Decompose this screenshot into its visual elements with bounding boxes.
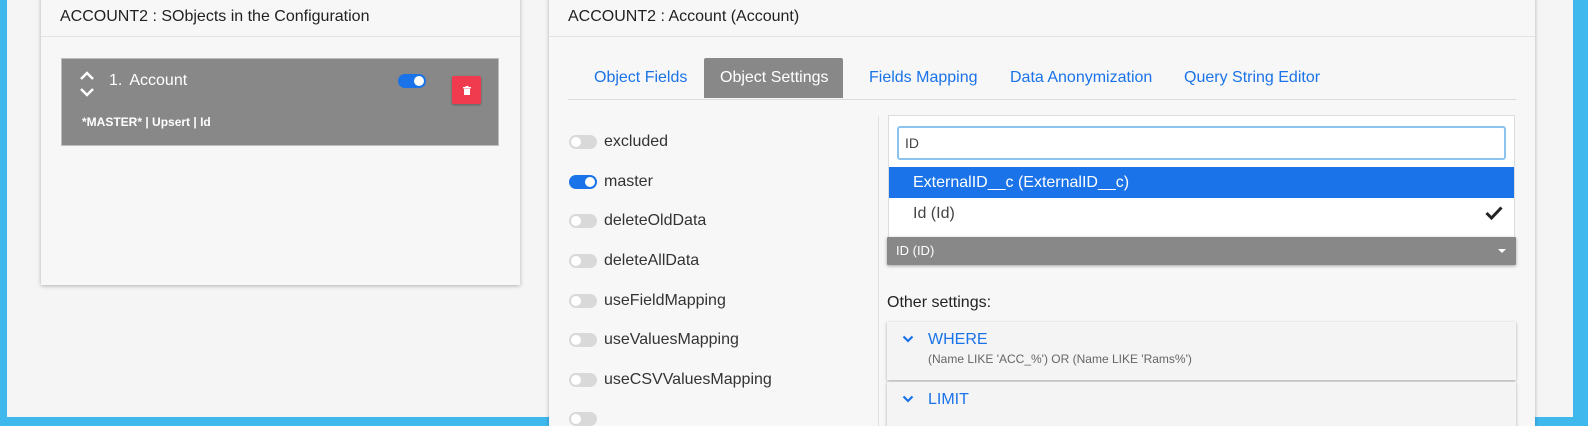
accordion-title: LIMIT — [928, 391, 969, 408]
tab-fields-mapping[interactable]: Fields Mapping — [869, 58, 978, 98]
dropdown-option-id[interactable]: Id (Id) — [889, 198, 1514, 229]
sobjects-panel: ACCOUNT2 : SObjects in the Configuration… — [41, 0, 520, 285]
dropdown-option-externalid[interactable]: ExternalID__c (ExternalID__c) — [889, 167, 1514, 198]
trash-icon — [463, 86, 471, 95]
use-csv-values-mapping-toggle[interactable] — [569, 373, 597, 387]
sort-icon[interactable] — [78, 69, 96, 99]
setting-label: useCSVValuesMapping — [604, 371, 772, 388]
external-id-select[interactable]: ID (ID) — [887, 237, 1516, 265]
object-settings-panel: ACCOUNT2 : Account (Account) Object Fiel… — [549, 0, 1535, 426]
other-settings-label: Other settings: — [887, 294, 992, 311]
external-id-selected-value: ID (ID) — [896, 243, 935, 258]
accordion-subtitle: (Name LIKE 'ACC_%') OR (Name LIKE 'Rams%… — [928, 352, 1192, 366]
delete-object-button[interactable] — [452, 76, 481, 104]
setting-label: useFieldMapping — [604, 292, 726, 309]
setting-label: deleteAllData — [604, 252, 700, 269]
external-id-dropdown: ExternalID__c (ExternalID__c) Id (Id) — [888, 115, 1515, 241]
tab-object-fields[interactable]: Object Fields — [594, 58, 687, 98]
use-values-mapping-toggle[interactable] — [569, 333, 597, 347]
tab-bar: Object Fields Object Settings Fields Map… — [568, 58, 1516, 100]
master-toggle[interactable] — [569, 175, 597, 189]
excluded-toggle[interactable] — [569, 135, 597, 149]
accordion-title: WHERE — [928, 331, 988, 348]
tab-data-anonymization[interactable]: Data Anonymization — [1010, 58, 1152, 98]
check-icon — [1485, 206, 1503, 220]
tab-query-string-editor[interactable]: Query String Editor — [1184, 58, 1320, 98]
next-setting-toggle[interactable] — [569, 412, 597, 426]
accordion-limit[interactable]: LIMIT — [887, 382, 1516, 426]
setting-label: deleteOldData — [604, 212, 707, 229]
sobjects-panel-header: ACCOUNT2 : SObjects in the Configuration — [41, 0, 520, 37]
accordion-where[interactable]: WHERE (Name LIKE 'ACC_%') OR (Name LIKE … — [887, 322, 1516, 380]
delete-all-data-toggle[interactable] — [569, 254, 597, 268]
object-card-account[interactable]: 1. Account *MASTER* | Upsert | Id — [61, 58, 499, 146]
object-title: 1. Account — [109, 72, 187, 90]
tab-object-settings[interactable]: Object Settings — [704, 58, 843, 98]
setting-label: useValuesMapping — [604, 331, 739, 348]
object-panel-header: ACCOUNT2 : Account (Account) — [549, 0, 1535, 37]
delete-old-data-toggle[interactable] — [569, 214, 597, 228]
object-number: 1. — [109, 72, 123, 89]
object-subtitle: *MASTER* | Upsert | Id — [82, 115, 211, 129]
object-enabled-toggle[interactable] — [398, 74, 426, 88]
use-field-mapping-toggle[interactable] — [569, 294, 597, 308]
object-name: Account — [129, 72, 188, 89]
column-divider — [878, 116, 879, 426]
setting-label: master — [604, 173, 653, 190]
caret-down-icon — [1498, 249, 1506, 253]
dropdown-option-label: Id (Id) — [913, 205, 955, 222]
chevron-down-icon — [902, 395, 914, 403]
external-id-search-input[interactable] — [897, 126, 1506, 160]
setting-label: excluded — [604, 133, 669, 150]
chevron-down-icon — [902, 335, 914, 343]
